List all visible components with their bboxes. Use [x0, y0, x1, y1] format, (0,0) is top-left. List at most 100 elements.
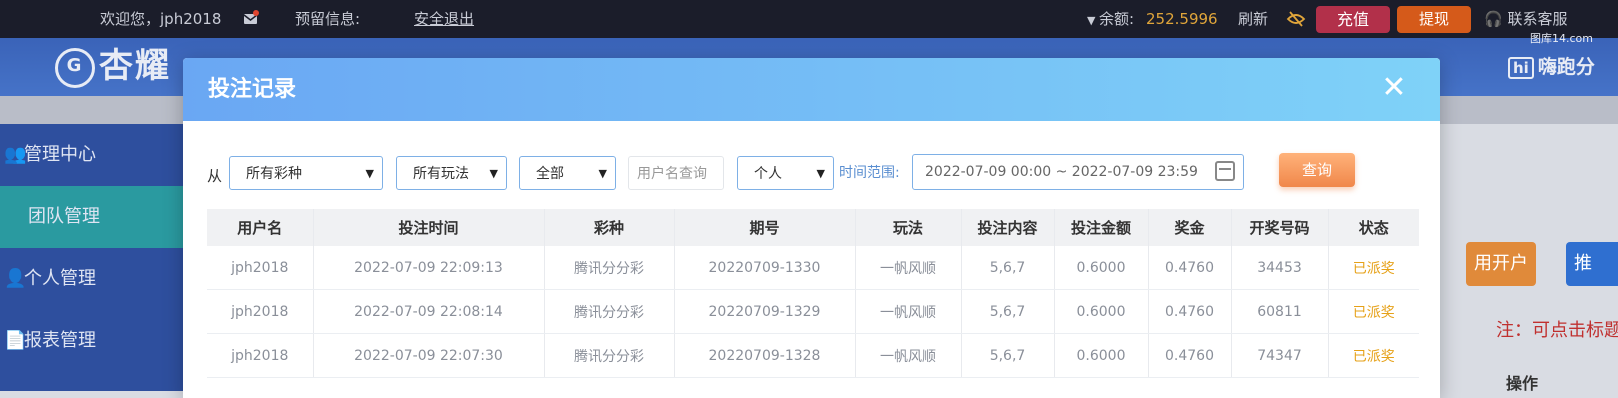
calendar-icon[interactable] — [1215, 161, 1235, 181]
sidebar-item-team[interactable]: 团队管理 — [0, 186, 184, 248]
col-header[interactable]: 投注内容 — [961, 209, 1055, 246]
table-row[interactable]: jph2018 2022-07-09 22:08:14 腾讯分分彩 202207… — [207, 289, 1419, 334]
col-header[interactable]: 玩法 — [855, 209, 962, 246]
status-select[interactable]: 全部 ▼ — [519, 156, 616, 190]
col-header[interactable]: 彩种 — [544, 209, 675, 246]
cell-content: 5,6,7 — [961, 333, 1055, 378]
cell-lottery: 腾讯分分彩 — [544, 333, 675, 378]
play-select[interactable]: 所有玩法 ▼ — [396, 156, 507, 190]
cell-issue: 20220709-1328 — [674, 333, 856, 378]
logo-emblem-icon: G — [55, 47, 95, 88]
promote-button[interactable]: 推 — [1566, 242, 1618, 286]
status-badge: 已派奖 — [1328, 333, 1419, 378]
query-button[interactable]: 查询 — [1279, 153, 1355, 187]
time-range-label: 时间范围: — [839, 165, 900, 181]
reserve-info-label: 预留信息: — [295, 10, 361, 28]
lottery-select-value: 所有彩种 — [246, 166, 302, 182]
table-row[interactable]: jph2018 2022-07-09 22:07:30 腾讯分分彩 202207… — [207, 333, 1419, 378]
chevron-down-icon: ▼ — [598, 167, 607, 180]
sidebar-item-label: 个人管理 — [24, 268, 96, 289]
cell-amount: 0.6000 — [1054, 246, 1149, 290]
user-icon: 👤 — [4, 268, 27, 289]
cell-username: jph2018 — [207, 333, 314, 378]
col-header[interactable]: 投注时间 — [313, 209, 545, 246]
col-header[interactable]: 奖金 — [1148, 209, 1232, 246]
time-range-input[interactable]: 2022-07-09 00:00 ~ 2022-07-09 23:59 — [912, 154, 1244, 190]
table-header-row: 用户名 投注时间 彩种 期号 玩法 投注内容 投注金额 奖金 开奖号码 状态 — [207, 209, 1419, 246]
sidebar-item-label: 团队管理 — [28, 206, 100, 227]
top-bar: 欢迎您，jph2018 预留信息: 安全退出 ▼ 余额: 252.5996 刷新… — [0, 0, 1618, 38]
chevron-down-icon: ▼ — [816, 167, 825, 180]
col-header[interactable]: 投注金额 — [1054, 209, 1149, 246]
cell-lottery: 腾讯分分彩 — [544, 289, 675, 334]
cell-bet-time: 2022-07-09 22:07:30 — [313, 333, 545, 378]
table-row[interactable]: jph2018 2022-07-09 22:09:13 腾讯分分彩 202207… — [207, 246, 1419, 290]
balance-label-text: 余额: — [1098, 10, 1135, 28]
sidebar-item-personal[interactable]: 👤个人管理 — [0, 248, 184, 310]
cell-amount: 0.6000 — [1054, 333, 1149, 378]
status-select-value: 全部 — [536, 166, 564, 182]
play-select-value: 所有玩法 — [413, 166, 469, 182]
chevron-down-icon[interactable]: ▼ — [1087, 14, 1099, 27]
hint-note: 注：可点击标题 — [1496, 320, 1618, 341]
partner-name: 嗨跑分 — [1537, 56, 1595, 78]
col-header[interactable]: 用户名 — [207, 209, 314, 246]
cell-amount: 0.6000 — [1054, 289, 1149, 334]
cell-prize: 0.4760 — [1148, 289, 1232, 334]
cell-draw-number: 34453 — [1231, 246, 1329, 290]
username-search-input[interactable]: 用户名查询 — [628, 156, 724, 190]
chevron-down-icon: ▼ — [489, 167, 498, 180]
cell-bet-time: 2022-07-09 22:08:14 — [313, 289, 545, 334]
cell-play: 一帆风顺 — [855, 333, 962, 378]
cell-issue: 20220709-1330 — [674, 246, 856, 290]
close-icon[interactable]: ✕ — [1378, 72, 1410, 104]
cell-prize: 0.4760 — [1148, 333, 1232, 378]
users-icon: 👥 — [4, 144, 27, 165]
chevron-down-icon: ▼ — [365, 167, 374, 180]
balance-label: ▼ 余额: — [1087, 0, 1134, 38]
service-label: 联系客服 — [1507, 10, 1568, 28]
col-header[interactable]: 状态 — [1328, 209, 1419, 246]
headset-icon: 🎧 — [1484, 10, 1503, 28]
watermark: 图库14.com — [1530, 32, 1593, 45]
mail-icon[interactable] — [243, 10, 259, 28]
cell-issue: 20220709-1329 — [674, 289, 856, 334]
from-label: 从 — [207, 167, 223, 185]
logo-text: 杏耀 — [99, 46, 171, 86]
welcome-text: 欢迎您，jph2018 — [100, 10, 222, 28]
partner-logo[interactable]: hi 嗨跑分 — [1508, 52, 1595, 79]
sidebar-item-reports[interactable]: 📄报表管理 — [0, 310, 184, 372]
refresh-link[interactable]: 刷新 — [1238, 0, 1268, 38]
status-badge: 已派奖 — [1328, 246, 1419, 290]
modal-header: 投注记录 ✕ — [183, 58, 1440, 121]
logout-link[interactable]: 安全退出 — [414, 0, 474, 38]
scope-select[interactable]: 个人 ▼ — [737, 156, 834, 190]
cell-draw-number: 60811 — [1231, 289, 1329, 334]
cell-draw-number: 74347 — [1231, 333, 1329, 378]
cell-bet-time: 2022-07-09 22:09:13 — [313, 246, 545, 290]
time-range-value: 2022-07-09 00:00 ~ 2022-07-09 23:59 — [925, 164, 1198, 180]
lottery-select[interactable]: 所有彩种 ▼ — [229, 156, 383, 190]
open-account-button[interactable]: 用开户 — [1466, 242, 1536, 286]
sidebar-item-management[interactable]: 👥管理中心 — [0, 124, 184, 186]
sidebar: 👥管理中心 团队管理 👤个人管理 📄报表管理 — [0, 124, 184, 391]
col-header[interactable]: 期号 — [674, 209, 856, 246]
report-icon: 📄 — [4, 330, 27, 351]
col-header[interactable]: 开奖号码 — [1231, 209, 1329, 246]
recharge-button[interactable]: 充值 — [1316, 6, 1390, 33]
status-badge: 已派奖 — [1328, 289, 1419, 334]
modal-title: 投注记录 — [208, 77, 297, 102]
bet-records-modal: 投注记录 ✕ 从 所有彩种 ▼ 所有玩法 ▼ 全部 ▼ 用户名查询 个人 ▼ 时间范围:… — [183, 58, 1440, 398]
brand-logo[interactable]: G 杏耀 — [55, 42, 171, 90]
cell-play: 一帆风顺 — [855, 246, 962, 290]
hi-icon: hi — [1508, 57, 1534, 79]
cell-play: 一帆风顺 — [855, 289, 962, 334]
cell-username: jph2018 — [207, 246, 314, 290]
scope-select-value: 个人 — [754, 166, 782, 182]
withdraw-button[interactable]: 提现 — [1397, 6, 1471, 33]
cell-content: 5,6,7 — [961, 289, 1055, 334]
eye-hidden-icon[interactable] — [1286, 10, 1306, 28]
bet-records-table: 用户名 投注时间 彩种 期号 玩法 投注内容 投注金额 奖金 开奖号码 状态 j… — [207, 209, 1419, 378]
sidebar-item-label: 管理中心 — [24, 144, 96, 165]
sidebar-item-label: 报表管理 — [24, 330, 96, 351]
